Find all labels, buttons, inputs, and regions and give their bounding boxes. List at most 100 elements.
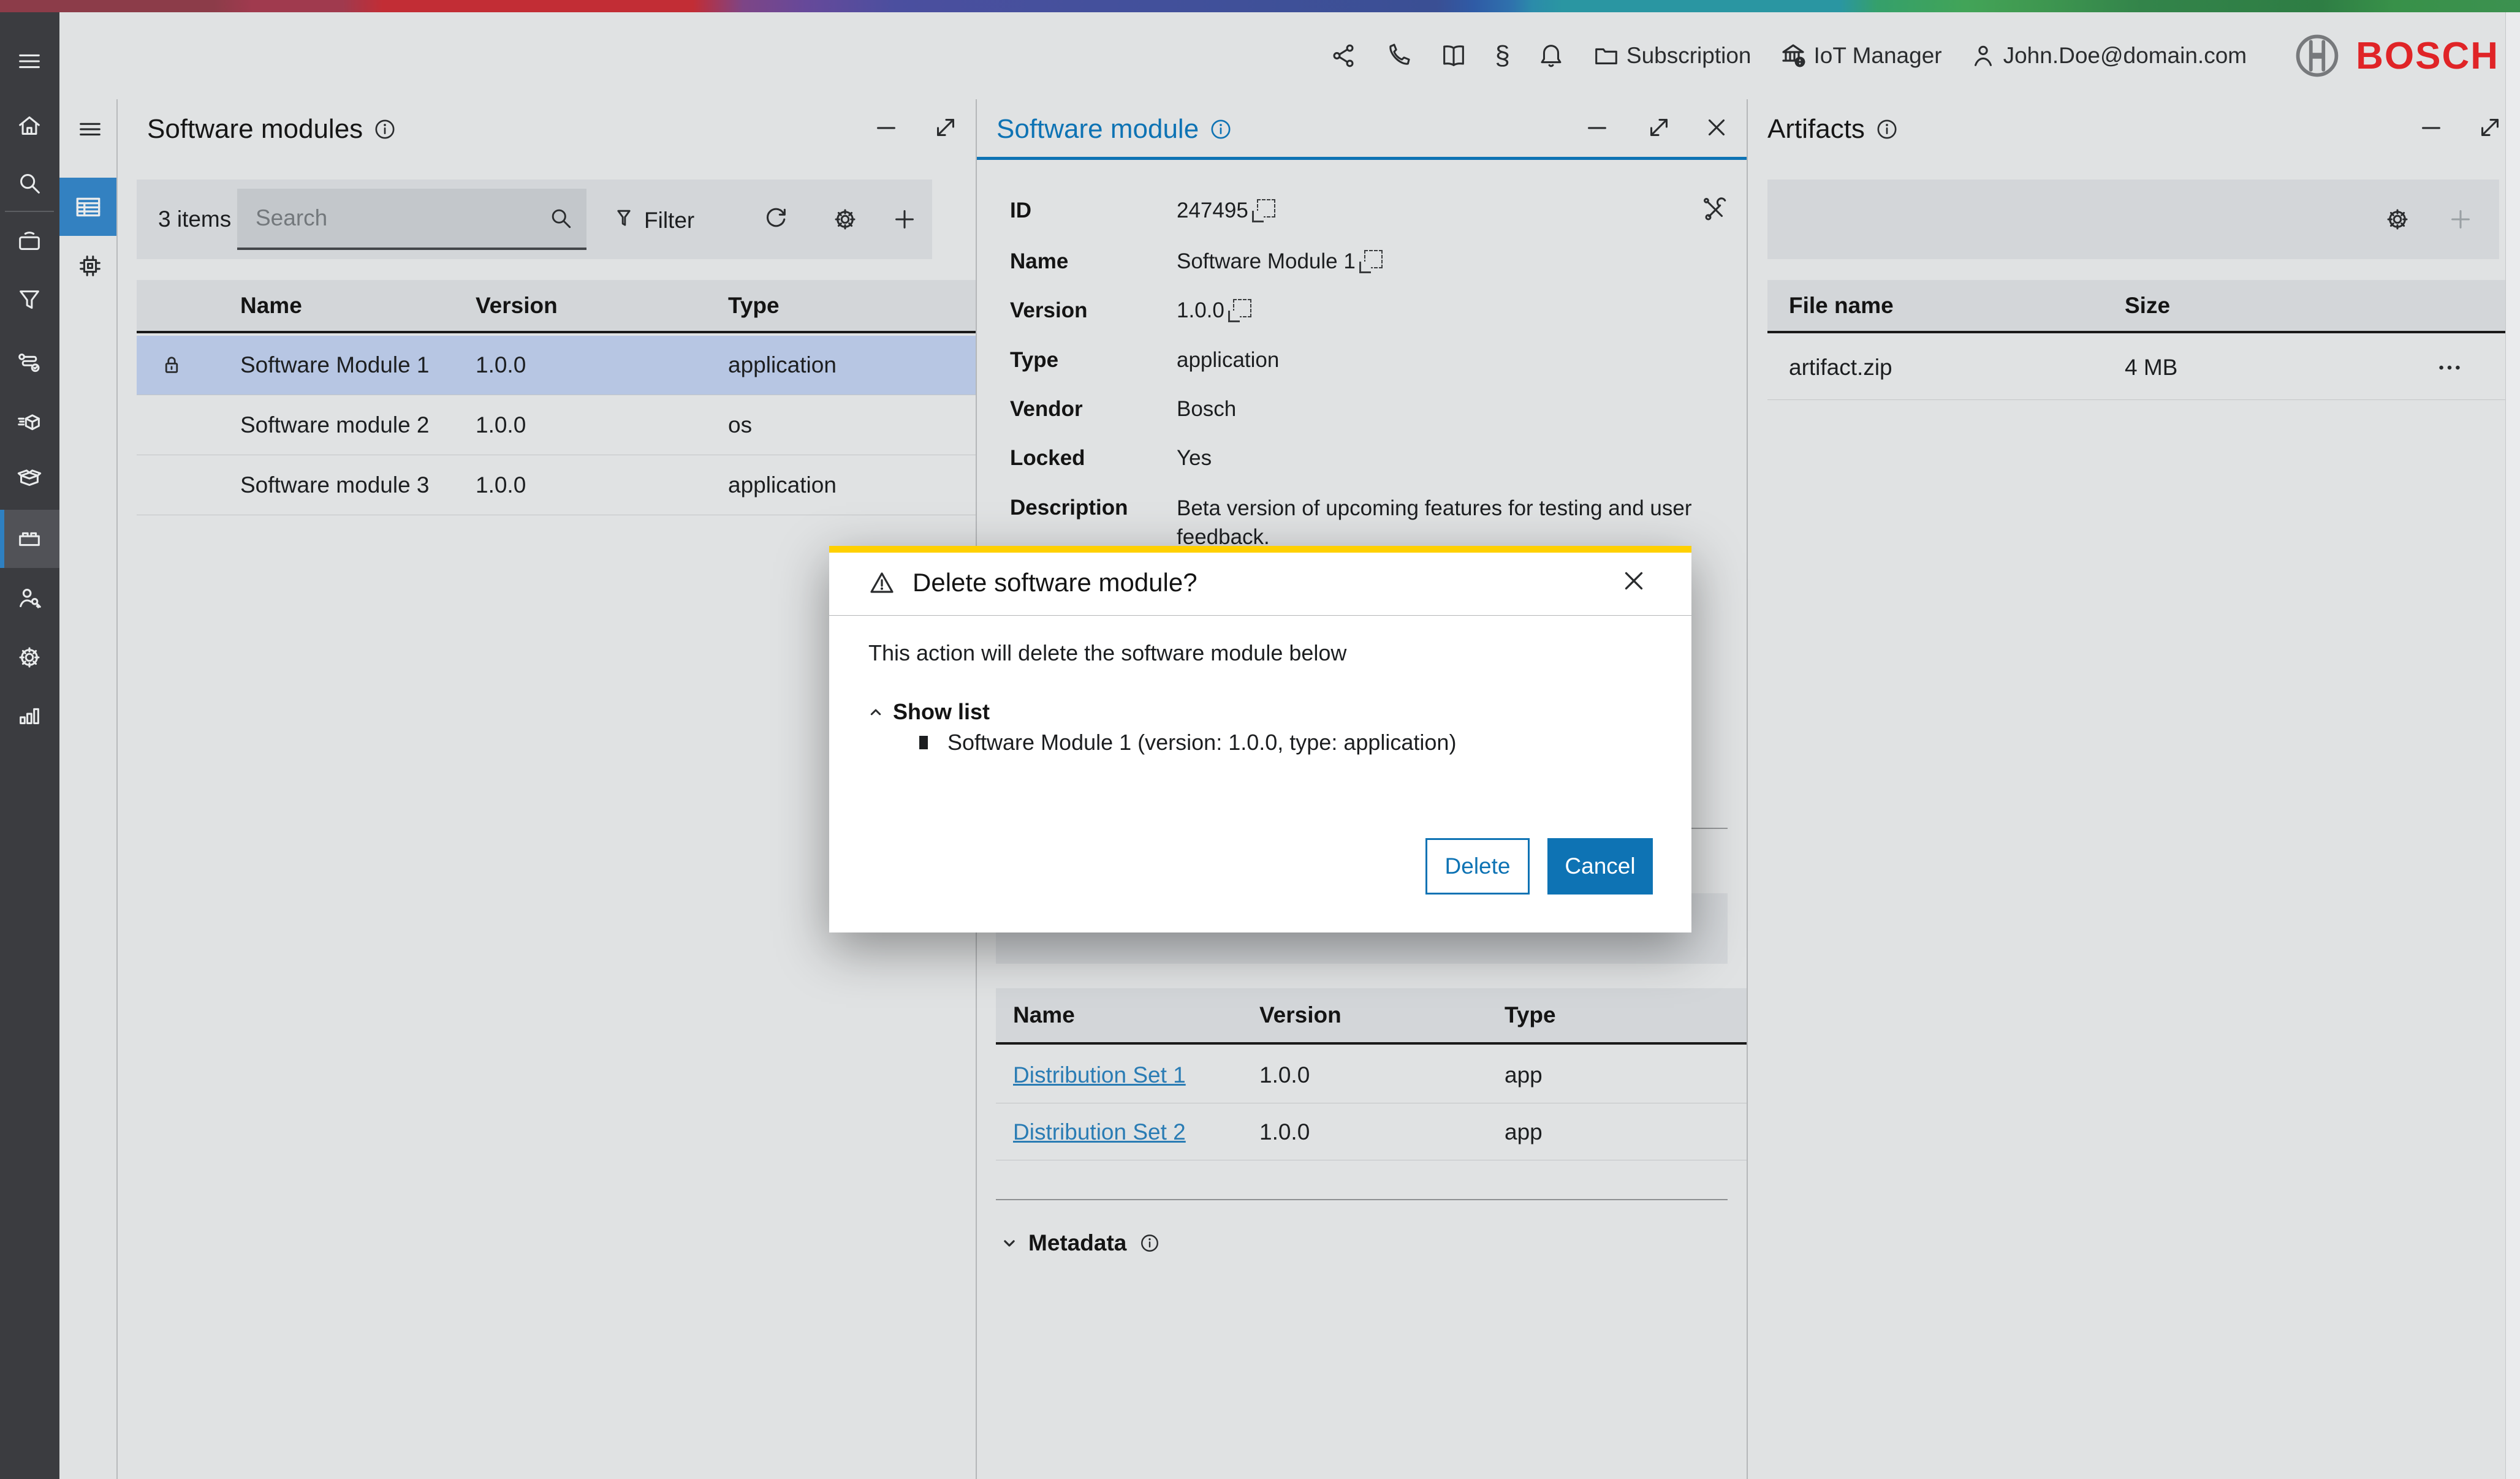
info-icon[interactable]: [1209, 117, 1233, 142]
row-type: app: [1505, 1119, 1543, 1144]
sidebar-rollouts-icon[interactable]: [15, 409, 44, 437]
subscription-menu[interactable]: Subscription: [1592, 42, 1751, 70]
search-icon[interactable]: [547, 205, 574, 232]
sidebar-rules-icon[interactable]: [15, 349, 44, 377]
row-name: Software Module 1: [240, 352, 430, 377]
table-row[interactable]: artifact.zip 4 MB: [1767, 336, 2505, 400]
software-modules-table-header: Name Version Type: [137, 280, 976, 333]
info-icon[interactable]: [1139, 1232, 1161, 1254]
dialog-title: Delete software module?: [913, 568, 1197, 597]
close-panel-icon[interactable]: [1702, 113, 1731, 142]
table-row[interactable]: Software module 2 1.0.0 os: [137, 396, 976, 455]
col-type: Type: [728, 292, 780, 318]
tools-actions-icon[interactable]: [1701, 195, 1729, 224]
user-email: John.Doe@domain.com: [2003, 43, 2247, 68]
artifacts-title: Artifacts: [1767, 114, 1899, 145]
sidebar-software-modules-item[interactable]: [0, 510, 59, 568]
copy-icon[interactable]: [1228, 299, 1251, 322]
col-version: Version: [476, 292, 558, 318]
copy-icon[interactable]: [1359, 250, 1383, 273]
bosch-wordmark: BOSCH: [2356, 34, 2499, 77]
table-row[interactable]: Software module 3 1.0.0 application: [137, 456, 976, 515]
page-scrollbar[interactable]: [2505, 12, 2520, 1479]
section-divider: [996, 1199, 1728, 1200]
delete-button[interactable]: Delete: [1425, 838, 1530, 895]
share-icon[interactable]: [1329, 42, 1357, 70]
minimize-panel-icon[interactable]: [1583, 113, 1611, 142]
bosch-anchor-icon: [2292, 31, 2342, 81]
minimize-panel-icon[interactable]: [2417, 113, 2445, 142]
table-row[interactable]: Software Module 1 1.0.0 application: [137, 336, 976, 395]
distribution-set-link[interactable]: Distribution Set 1: [1013, 1047, 1186, 1103]
dialog-close-icon[interactable]: [1619, 566, 1649, 596]
filter-label[interactable]: Filter: [644, 208, 694, 233]
section-icon[interactable]: §: [1495, 40, 1509, 71]
sidebar-packages-icon[interactable]: [15, 464, 44, 493]
col-name: Name: [240, 292, 302, 318]
row-name: Software module 2: [240, 412, 430, 437]
iot-manager-label: IoT Manager: [1813, 43, 1942, 68]
strip-chip-icon[interactable]: [76, 252, 104, 280]
search-box: [237, 189, 586, 250]
phone-icon[interactable]: [1384, 42, 1413, 70]
bell-icon[interactable]: [1537, 42, 1565, 70]
add-artifact-icon[interactable]: [2446, 205, 2475, 233]
row-version: 1.0.0: [476, 352, 526, 377]
top-header-bar: § Subscription IoT Manager John.Doe@doma…: [0, 12, 2520, 99]
table-settings-icon[interactable]: [831, 205, 859, 233]
strip-table-view-tile[interactable]: [59, 178, 116, 236]
sidebar-filter-icon[interactable]: [15, 286, 44, 314]
active-panel-underline: [977, 157, 1747, 160]
panel-switcher-strip: [59, 99, 118, 1479]
col-file-name: File name: [1789, 292, 1894, 318]
row-version: 1.0.0: [476, 412, 526, 437]
chevron-up-icon: [865, 701, 887, 723]
minimize-panel-icon[interactable]: [872, 113, 900, 142]
sidebar-settings-icon[interactable]: [15, 643, 44, 671]
row-type: application: [728, 472, 837, 497]
sidebar-search-icon[interactable]: [15, 169, 44, 197]
expand-panel-icon[interactable]: [2476, 113, 2504, 142]
refresh-icon[interactable]: [762, 205, 790, 233]
artifacts-panel: Artifacts File name Size artifact.zip 4 …: [1748, 99, 2505, 1479]
brand-supergraphic-stripe: [0, 0, 2520, 12]
book-icon[interactable]: [1440, 42, 1468, 70]
bullet-marker: [919, 736, 928, 749]
add-software-module-icon[interactable]: [890, 205, 919, 233]
table-settings-icon[interactable]: [2383, 205, 2412, 233]
user-account-menu[interactable]: John.Doe@domain.com: [1969, 42, 2247, 70]
sidebar-users-icon[interactable]: [15, 584, 44, 612]
filter-icon[interactable]: [610, 205, 638, 233]
folder-icon: [1592, 42, 1620, 70]
subscription-label: Subscription: [1626, 43, 1751, 68]
info-icon[interactable]: [1875, 117, 1899, 142]
row-name: Software module 3: [240, 472, 430, 497]
info-icon[interactable]: [373, 117, 397, 142]
row-type: application: [728, 352, 837, 377]
sidebar-reports-icon[interactable]: [15, 701, 44, 729]
cancel-button[interactable]: Cancel: [1547, 838, 1653, 895]
expand-panel-icon[interactable]: [932, 113, 960, 142]
col-type: Type: [1505, 1002, 1556, 1027]
distribution-set-link[interactable]: Distribution Set 2: [1013, 1104, 1186, 1160]
table-row[interactable]: Distribution Set 1 1.0.0 app: [996, 1047, 1747, 1103]
show-list-toggle[interactable]: Show list: [865, 699, 990, 725]
sidebar-home-icon[interactable]: [15, 112, 44, 140]
artifacts-table-header: File name Size: [1767, 280, 2505, 333]
row-actions-menu-icon[interactable]: [2435, 336, 2464, 399]
copy-icon[interactable]: [1251, 199, 1275, 222]
row-version: 1.0.0: [1259, 1119, 1310, 1144]
expand-panel-icon[interactable]: [1645, 113, 1673, 142]
table-row[interactable]: Distribution Set 2 1.0.0 app: [996, 1104, 1747, 1160]
iot-manager-menu[interactable]: IoT Manager: [1778, 41, 1942, 70]
items-count: 3 items: [158, 206, 232, 232]
row-version: 1.0.0: [476, 472, 526, 497]
sidebar-menu-icon[interactable]: [15, 47, 44, 75]
person-icon: [1969, 42, 1997, 70]
artifacts-toolbar: [1767, 180, 2499, 259]
search-input[interactable]: [237, 205, 547, 231]
metadata-toggle[interactable]: Metadata: [998, 1230, 1161, 1256]
strip-menu-icon[interactable]: [76, 115, 104, 143]
row-type: app: [1505, 1062, 1543, 1088]
sidebar-devices-icon[interactable]: [15, 227, 44, 255]
